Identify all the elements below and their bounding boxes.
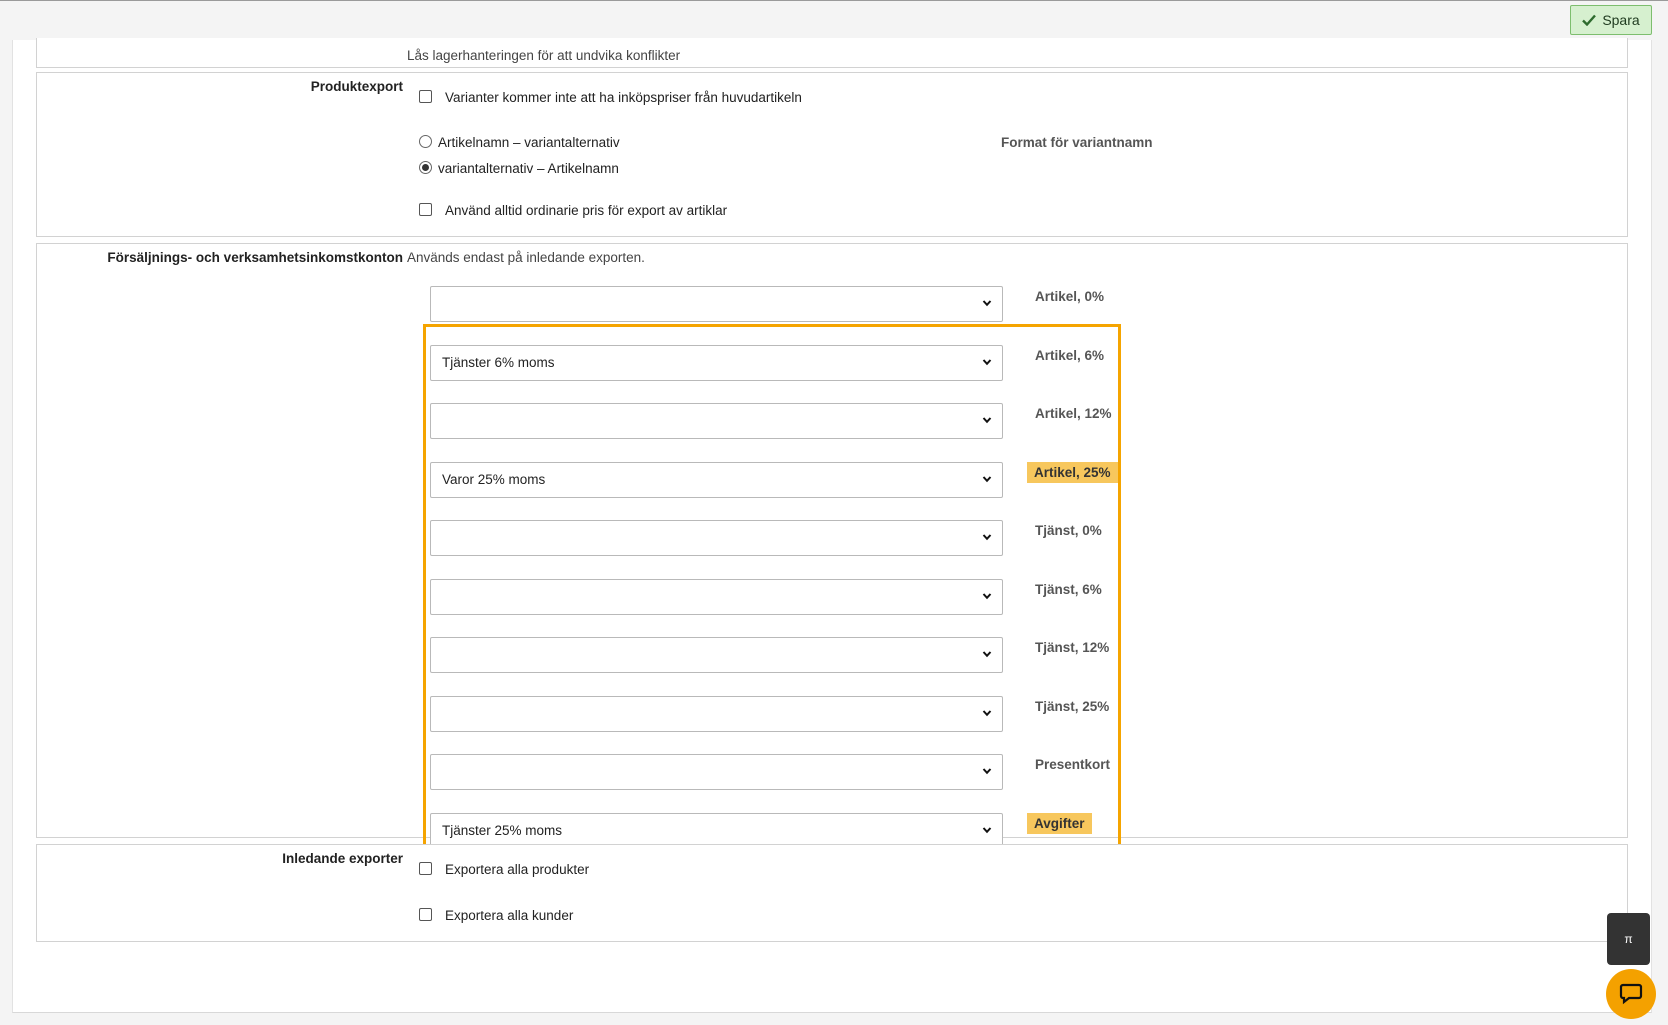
income-accounts-label: Försäljnings- och verksamhetsinkomstkont… [107, 250, 403, 265]
pi-button-label: π [1624, 932, 1633, 946]
account-select-value: Tjänster 25% moms [442, 823, 563, 838]
chevron-down-icon [982, 593, 992, 600]
account-label: Artikel, 6% [1035, 348, 1105, 363]
account-label: Tjänst, 6% [1035, 582, 1102, 597]
name-format-option-article-first: Artikelnamn – variantalternativ [438, 135, 620, 150]
account-label: Tjänst, 25% [1035, 699, 1110, 714]
account-label: Avgifter [1027, 813, 1092, 834]
chevron-down-icon [982, 534, 992, 541]
name-format-option-variant-first: variantalternativ – Artikelnamn [438, 161, 619, 176]
account-label: Artikel, 12% [1035, 406, 1112, 421]
chevron-down-icon [982, 827, 992, 834]
chat-icon [1619, 983, 1643, 1005]
top-toolbar: Spara [0, 0, 1668, 41]
chevron-down-icon [982, 359, 992, 366]
export-all-customers-label: Exportera alla kunder [445, 908, 574, 923]
account-select[interactable] [430, 286, 1003, 322]
account-label: Artikel, 25% [1027, 462, 1118, 483]
save-button-label: Spara [1602, 12, 1640, 28]
initial-exports-label: Inledande exporter [282, 851, 403, 866]
product-export-panel: Produktexport Varianter kommer inte att … [36, 72, 1628, 237]
account-select[interactable] [430, 637, 1003, 673]
account-select-value: Tjänster 6% moms [442, 355, 555, 370]
name-format-label: Format för variantnamn [1001, 135, 1153, 150]
ordinary-price-checkbox[interactable] [419, 203, 432, 216]
chevron-down-icon [982, 476, 992, 483]
export-all-customers-checkbox[interactable] [419, 908, 432, 921]
account-select[interactable]: Tjänster 6% moms [430, 345, 1003, 381]
export-all-products-label: Exportera alla produkter [445, 862, 590, 877]
account-select[interactable] [430, 696, 1003, 732]
account-label: Presentkort [1035, 757, 1111, 772]
lock-inventory-hint: Lås lagerhanteringen för att undvika kon… [407, 48, 681, 63]
account-label: Tjänst, 0% [1035, 523, 1102, 538]
save-button[interactable]: Spara [1570, 5, 1652, 35]
chevron-down-icon [982, 768, 992, 775]
chevron-down-icon [982, 651, 992, 658]
chat-button[interactable] [1606, 969, 1656, 1019]
account-select[interactable] [430, 520, 1003, 556]
product-export-label: Produktexport [310, 79, 403, 94]
settings-page: Lås lagerhanteringen för att undvika kon… [12, 38, 1652, 1013]
account-label: Tjänst, 12% [1035, 640, 1110, 655]
initial-exports-panel: Inledande exporter Exportera alla produk… [36, 844, 1628, 942]
account-select[interactable] [430, 403, 1003, 439]
chevron-down-icon [982, 300, 992, 307]
name-format-radio-variant-first[interactable] [419, 161, 432, 174]
account-select-value: Varor 25% moms [442, 472, 546, 487]
account-select[interactable]: Varor 25% moms [430, 462, 1003, 498]
no-purchase-price-checkbox[interactable] [419, 90, 432, 103]
pi-button[interactable]: π [1607, 913, 1650, 965]
export-all-products-checkbox[interactable] [419, 862, 432, 875]
ordinary-price-label: Använd alltid ordinarie pris för export … [445, 203, 728, 218]
account-select[interactable] [430, 754, 1003, 790]
checkmark-icon [1582, 14, 1597, 26]
lock-inventory-panel: Lås lagerhanteringen för att undvika kon… [36, 38, 1628, 68]
no-purchase-price-label: Varianter kommer inte att ha inköpsprise… [445, 90, 802, 105]
income-accounts-hint: Används endast på inledande exporten. [407, 250, 645, 265]
chevron-down-icon [982, 710, 992, 717]
name-format-radio-article-first[interactable] [419, 135, 432, 148]
account-select[interactable] [430, 579, 1003, 615]
chevron-down-icon [982, 417, 992, 424]
account-label: Artikel, 0% [1035, 289, 1105, 304]
